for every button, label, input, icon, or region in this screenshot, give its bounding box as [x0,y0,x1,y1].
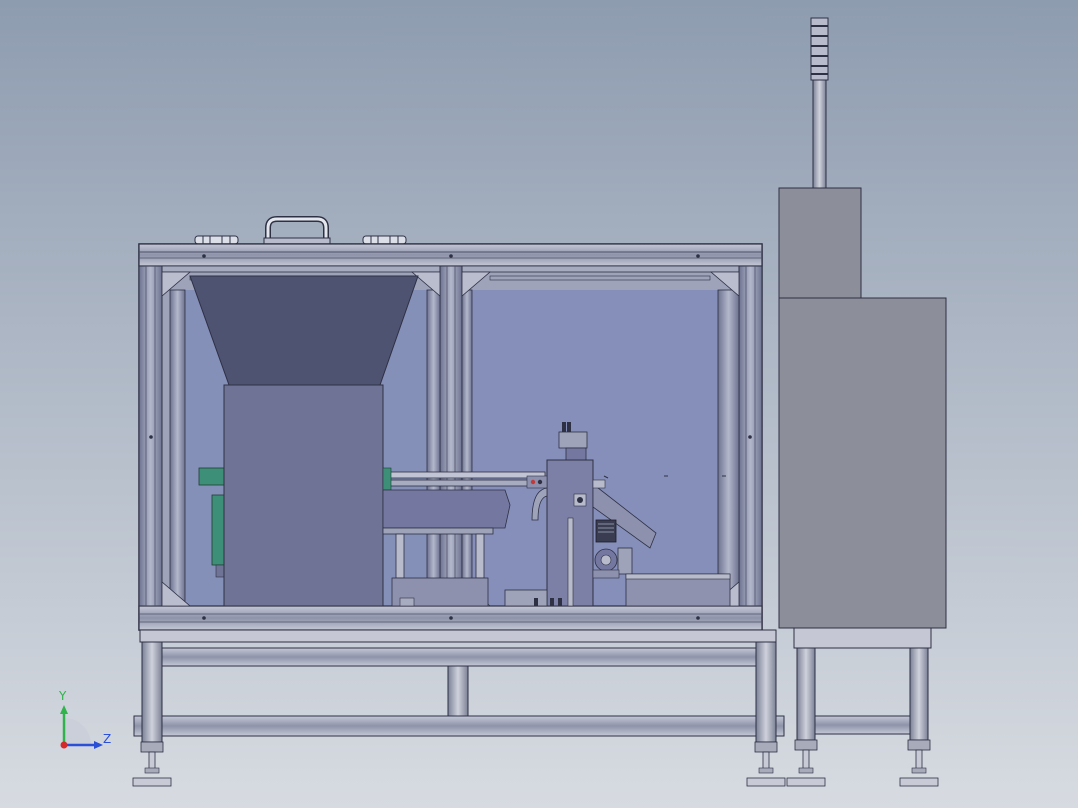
signal-tower [810,17,829,189]
post-center [426,265,473,607]
top-handle-right [362,235,407,245]
triad-z-label: Z [103,732,111,746]
cabinet-upper [778,187,862,299]
post-left [138,265,163,607]
triad-x-origin [60,741,68,749]
triad-y-label: Y [58,689,67,703]
cad-viewport[interactable]: Y Z [0,0,1078,808]
post-left-inner [169,289,186,607]
top-handle-left [194,235,239,245]
storage-bin [223,384,384,607]
cad-model-view[interactable]: Y Z [0,0,1078,808]
machine-enclosure[interactable] [138,216,763,631]
cabinet-lower [778,297,947,629]
post-right [717,265,763,607]
hopper-funnel [189,275,419,386]
